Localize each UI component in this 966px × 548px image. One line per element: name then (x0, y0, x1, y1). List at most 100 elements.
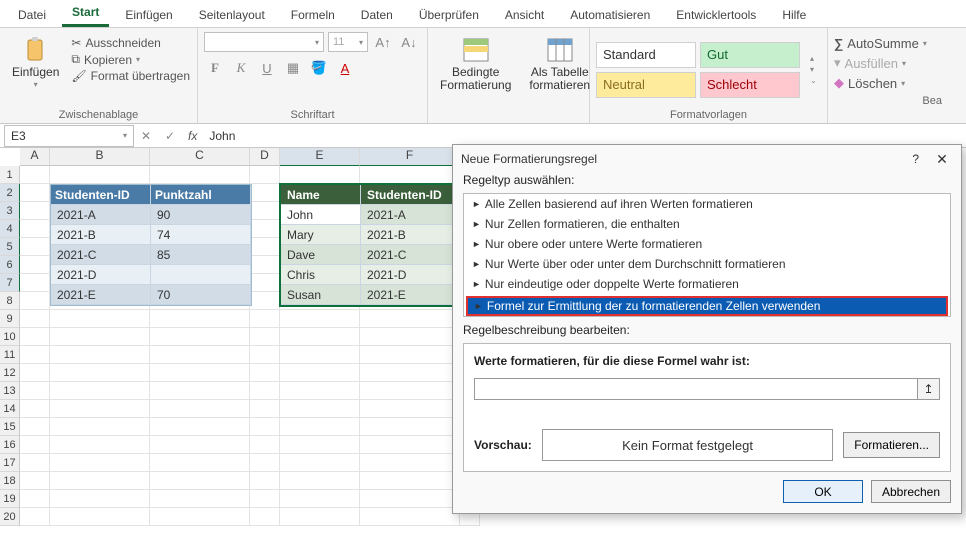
row-header-15[interactable]: 15 (0, 418, 20, 436)
italic-button[interactable]: K (230, 58, 252, 78)
col-header-A[interactable]: A (20, 148, 50, 166)
row-header-16[interactable]: 16 (0, 436, 20, 454)
format-as-table-button[interactable]: Als Tabelle formatieren (523, 32, 596, 96)
bold-button[interactable]: F (204, 58, 226, 78)
tab-dev[interactable]: Entwicklertools (666, 2, 766, 27)
cell-name[interactable]: Susan (281, 285, 361, 305)
row-header-17[interactable]: 17 (0, 454, 20, 472)
cut-button[interactable]: ✂Ausschneiden (71, 36, 190, 50)
row-header-11[interactable]: 11 (0, 346, 20, 364)
row-header-5[interactable]: 5 (0, 238, 20, 256)
style-standard[interactable]: Standard (596, 42, 696, 68)
row-header-2[interactable]: 2 (0, 184, 20, 202)
row-header-13[interactable]: 13 (0, 382, 20, 400)
rule-option-0[interactable]: ►Alle Zellen basierend auf ihren Werten … (464, 194, 950, 214)
copy-button[interactable]: ⧉Kopieren▾ (71, 52, 190, 67)
row-header-19[interactable]: 19 (0, 490, 20, 508)
cell-score[interactable] (151, 265, 251, 285)
border-button[interactable]: ▦ (282, 58, 304, 78)
col-header-E[interactable]: E (280, 148, 360, 166)
formula-input-box[interactable]: ↥ (474, 378, 940, 400)
formula-input[interactable]: John (203, 129, 966, 143)
col-header-D[interactable]: D (250, 148, 280, 166)
clear-button[interactable]: ◆Löschen▾ (834, 73, 942, 93)
col-header-C[interactable]: C (150, 148, 250, 166)
cell-name[interactable]: Chris (281, 265, 361, 285)
row-header-9[interactable]: 9 (0, 310, 20, 328)
style-neutral[interactable]: Neutral (596, 72, 696, 98)
ok-button[interactable]: OK (783, 480, 863, 503)
cell-score[interactable]: 90 (151, 205, 251, 225)
col-header-F[interactable]: F (360, 148, 460, 166)
font-color-button[interactable]: A (334, 58, 356, 78)
row-header-12[interactable]: 12 (0, 364, 20, 382)
close-icon[interactable]: ✕ (931, 151, 953, 168)
cell-score[interactable]: 70 (151, 285, 251, 305)
cell-name[interactable]: Dave (281, 245, 361, 265)
cell-student-id2[interactable]: 2021-B (361, 225, 461, 245)
decrease-font-icon[interactable]: A↓ (398, 32, 420, 52)
row-header-20[interactable]: 20 (0, 508, 20, 526)
cell-styles-gallery[interactable]: Standard Gut Neutral Schlecht (596, 42, 800, 98)
tab-start[interactable]: Start (62, 0, 109, 27)
cell-name[interactable]: Mary (281, 225, 361, 245)
cell-score[interactable]: 85 (151, 245, 251, 265)
cell-name[interactable]: John (281, 205, 361, 225)
style-gut[interactable]: Gut (700, 42, 800, 68)
conditional-formatting-button[interactable]: Bedingte Formatierung (434, 32, 517, 96)
font-name-combo[interactable]: ▾ (204, 32, 324, 52)
cell-student-id[interactable]: 2021-E (51, 285, 151, 305)
cell-student-id2[interactable]: 2021-D (361, 265, 461, 285)
increase-font-icon[interactable]: A↑ (372, 32, 394, 52)
rule-type-list[interactable]: ►Alle Zellen basierend auf ihren Werten … (463, 193, 951, 317)
cell-student-id2[interactable]: 2021-E (361, 285, 461, 305)
row-header-6[interactable]: 6 (0, 256, 20, 274)
cell-student-id[interactable]: 2021-B (51, 225, 151, 245)
row-header-18[interactable]: 18 (0, 472, 20, 490)
tab-layout[interactable]: Seitenlayout (189, 2, 275, 27)
paste-button[interactable]: Einfügen ▾ (6, 32, 65, 94)
row-header-3[interactable]: 3 (0, 202, 20, 220)
tab-help[interactable]: Hilfe (772, 2, 816, 27)
cell-student-id[interactable]: 2021-C (51, 245, 151, 265)
row-header-1[interactable]: 1 (0, 166, 20, 184)
cell-student-id2[interactable]: 2021-A (361, 205, 461, 225)
style-schlecht[interactable]: Schlecht (700, 72, 800, 98)
help-button[interactable]: ? (912, 152, 919, 166)
underline-button[interactable]: U (256, 58, 278, 78)
row-header-14[interactable]: 14 (0, 400, 20, 418)
tab-review[interactable]: Überprüfen (409, 2, 489, 27)
row-header-10[interactable]: 10 (0, 328, 20, 346)
row-header-8[interactable]: 8 (0, 292, 20, 310)
cancel-entry-icon[interactable]: ✕ (134, 129, 158, 143)
autosum-button[interactable]: ∑AutoSumme▾ (834, 34, 942, 53)
rule-option-1[interactable]: ►Nur Zellen formatieren, die enthalten (464, 214, 950, 234)
row-header-7[interactable]: 7 (0, 274, 20, 292)
tab-insert[interactable]: Einfügen (115, 2, 182, 27)
format-button[interactable]: Formatieren... (843, 432, 940, 458)
fx-icon[interactable]: fx (182, 129, 203, 143)
tab-file[interactable]: Datei (8, 2, 56, 27)
cell-score[interactable]: 74 (151, 225, 251, 245)
font-size-combo[interactable]: 11▾ (328, 32, 368, 52)
rule-option-4[interactable]: ►Nur eindeutige oder doppelte Werte form… (464, 274, 950, 294)
fill-button[interactable]: ▾Ausfüllen▾ (834, 53, 942, 73)
cancel-button[interactable]: Abbrechen (871, 480, 951, 503)
col-header-B[interactable]: B (50, 148, 150, 166)
rule-option-3[interactable]: ►Nur Werte über oder unter dem Durchschn… (464, 254, 950, 274)
confirm-entry-icon[interactable]: ✓ (158, 129, 182, 143)
tab-data[interactable]: Daten (351, 2, 403, 27)
cell-student-id[interactable]: 2021-D (51, 265, 151, 285)
cell-student-id[interactable]: 2021-A (51, 205, 151, 225)
tab-automate[interactable]: Automatisieren (560, 2, 660, 27)
row-header-4[interactable]: 4 (0, 220, 20, 238)
cell-student-id2[interactable]: 2021-C (361, 245, 461, 265)
tab-formulas[interactable]: Formeln (281, 2, 345, 27)
name-box[interactable]: E3▾ (4, 125, 134, 147)
fill-color-button[interactable]: 🪣 (308, 58, 330, 78)
gallery-scroll[interactable]: ▴▾⌄ (810, 54, 817, 85)
formula-field[interactable] (475, 379, 917, 399)
range-picker-icon[interactable]: ↥ (917, 379, 939, 399)
rule-option-5[interactable]: ►Formel zur Ermittlung der zu formatiere… (466, 296, 948, 316)
tab-view[interactable]: Ansicht (495, 2, 554, 27)
